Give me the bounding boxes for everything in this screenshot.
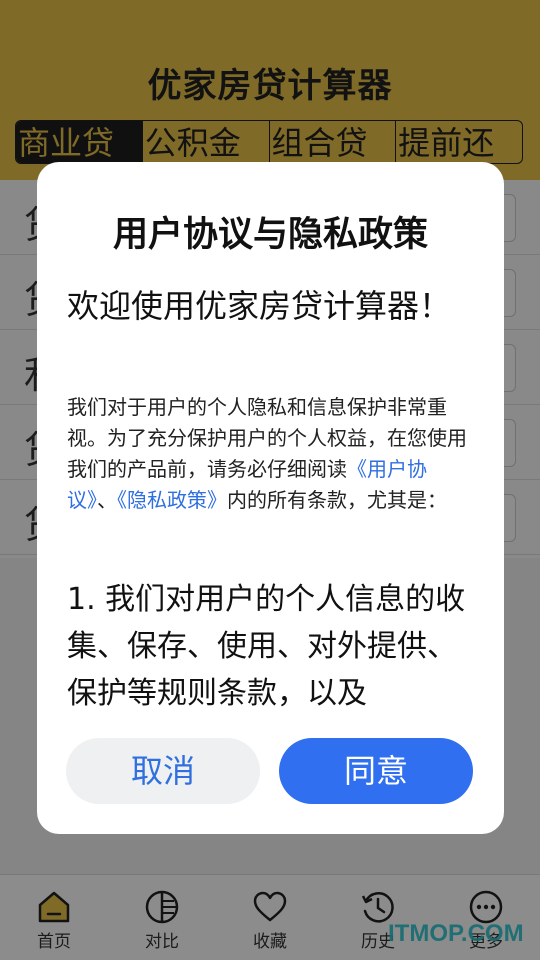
separator-text: 、 bbox=[97, 488, 117, 512]
intro-paragraph: 我们对于用户的个人隐私和信息保护非常重视。为了充分保护用户的个人权益，在您使用我… bbox=[67, 392, 474, 516]
agree-button[interactable]: 同意 bbox=[279, 738, 473, 804]
term-item: 1. 我们对用户的个人信息的收集、保存、使用、对外提供、保护等规则条款，以及 bbox=[67, 582, 466, 708]
intro-text-end: 内的所有条款，尤其是： bbox=[227, 488, 447, 512]
cancel-button[interactable]: 取消 bbox=[66, 738, 260, 804]
welcome-text: 欢迎使用优家房贷计算器！ bbox=[67, 287, 452, 325]
dialog-title: 用户协议与隐私政策 bbox=[112, 215, 428, 255]
privacy-dialog: 用户协议与隐私政策 欢迎使用优家房贷计算器！ 我们对于用户的个人隐私和信息保护非… bbox=[37, 162, 504, 834]
privacy-policy-link[interactable]: 《隐私政策》 bbox=[117, 488, 227, 512]
